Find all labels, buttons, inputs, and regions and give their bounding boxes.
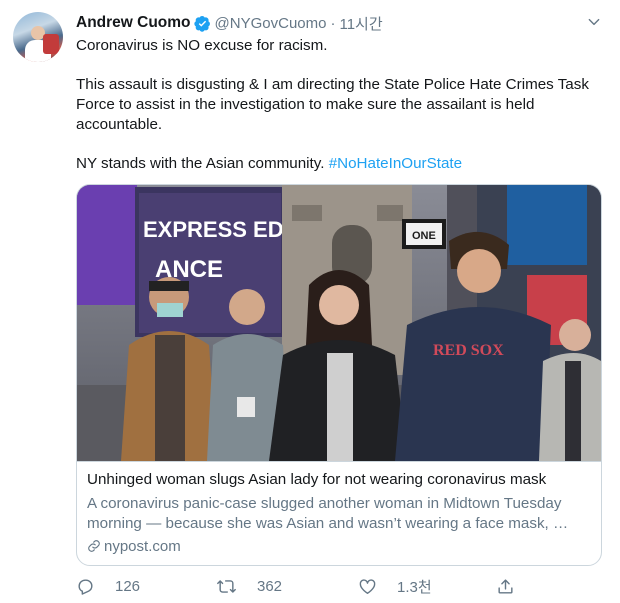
tweet-header: Andrew Cuomo @NYGovCuomo · 11시간 [76,12,383,34]
card-title[interactable]: Unhinged woman slugs Asian lady for not … [87,470,591,490]
avatar[interactable] [13,12,63,62]
sign-text: EXPRESS EDIT [143,217,304,242]
shirt-logo-text: RED SOX [433,342,504,359]
separator-dot: · [330,14,336,32]
card-image[interactable]: EXPRESS EDIT ANCE ONE RED SOX [77,185,601,461]
card-domain[interactable]: nypost.com [87,536,591,556]
like-button[interactable]: 1.3천 [358,574,432,598]
card-description: A coronavirus panic-case slugged another… [87,495,569,532]
chevron-down-icon[interactable] [584,12,604,32]
retweet-button[interactable]: 362 [216,574,282,598]
tweet-text-line: This assault is disgusting & I am direct… [76,76,589,133]
reply-button[interactable]: 126 [76,574,140,598]
tweet[interactable]: Andrew Cuomo @NYGovCuomo · 11시간 Coronavi… [0,0,620,603]
tweet-timestamp[interactable]: 11시간 [339,13,382,34]
verified-badge-icon [193,15,211,32]
retweet-count: 362 [257,577,283,595]
link-icon [87,539,104,553]
sign-text: ONE [412,230,436,242]
author-handle[interactable]: @NYGovCuomo [215,15,327,32]
tweet-text: Coronavirus is NO excuse for racism. Thi… [76,36,596,174]
hashtag-link[interactable]: #NoHateInOurState [329,155,462,172]
share-icon [496,577,525,596]
share-button[interactable] [496,574,525,598]
tweet-text-segment: NY stands with the Asian community. [76,155,329,172]
retweet-icon [216,577,247,596]
tweet-actions: 126 362 1.3천 [76,574,546,598]
author-name[interactable]: Andrew Cuomo [76,14,191,32]
like-count: 1.3천 [397,578,432,596]
heart-icon [358,577,387,596]
tweet-text-line: Coronavirus is NO excuse for racism. [76,37,328,54]
reply-count: 126 [115,577,141,595]
card-body[interactable]: Unhinged woman slugs Asian lady for not … [77,461,601,565]
reply-icon [76,577,105,596]
link-preview-card[interactable]: EXPRESS EDIT ANCE ONE RED SOX Unhinged w… [76,184,602,566]
tweet-text-line: NY stands with the Asian community. #NoH… [76,154,596,174]
card-domain-text: nypost.com [104,537,181,555]
